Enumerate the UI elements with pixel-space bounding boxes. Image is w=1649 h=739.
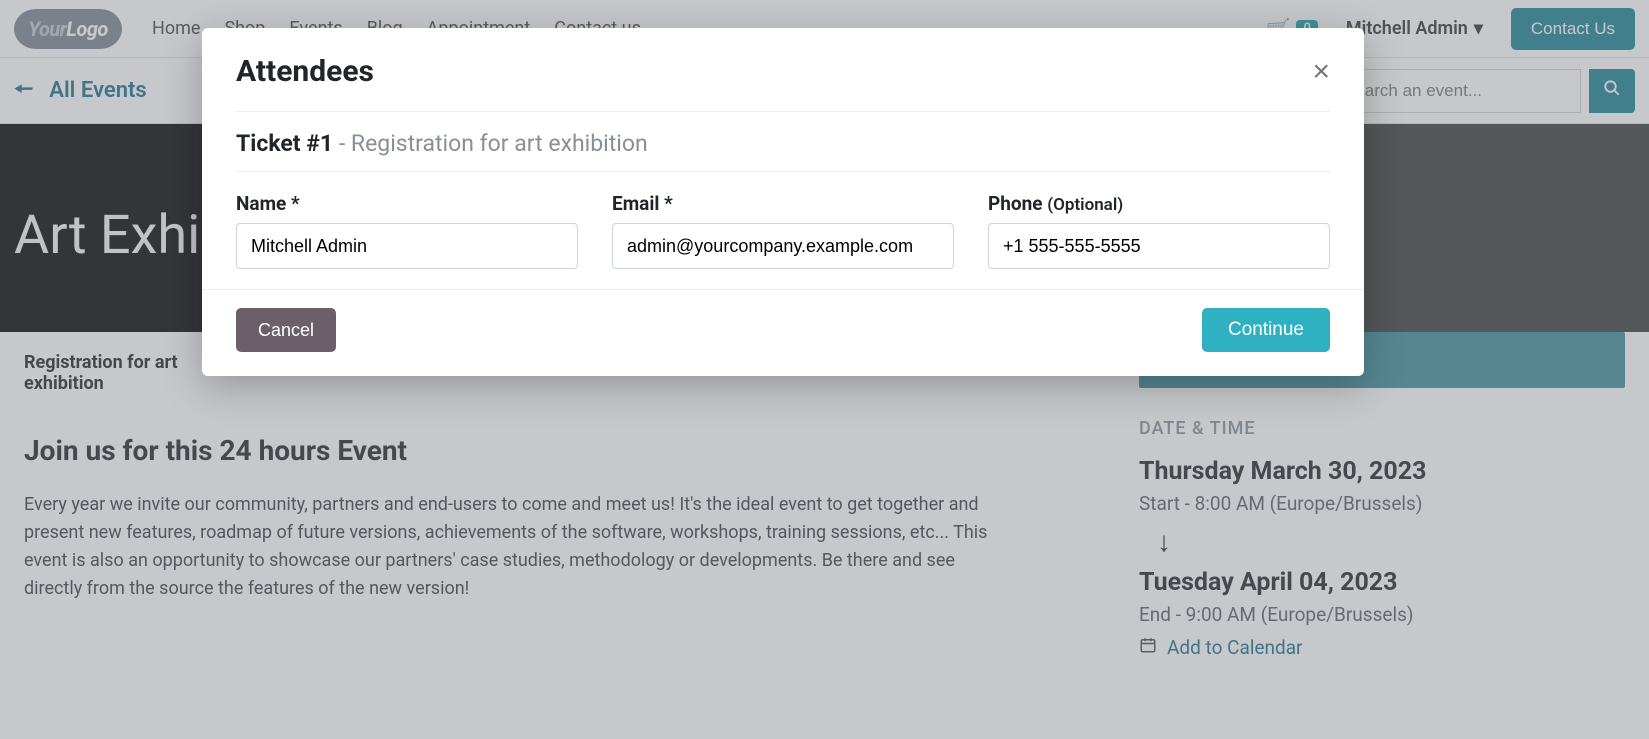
close-icon: × [1312, 55, 1330, 88]
phone-label-text: Phone [988, 192, 1047, 215]
email-label: Email * [612, 192, 954, 215]
ticket-header: Ticket #1 - Registration for art exhibit… [236, 111, 1330, 171]
cancel-button[interactable]: Cancel [236, 308, 336, 352]
continue-button[interactable]: Continue [1202, 308, 1330, 352]
phone-input[interactable] [988, 223, 1330, 269]
email-input[interactable] [612, 223, 954, 269]
name-label: Name * [236, 192, 578, 215]
phone-label: Phone (Optional) [988, 192, 1330, 215]
close-button[interactable]: × [1312, 57, 1330, 87]
ticket-number: Ticket #1 [236, 130, 333, 157]
phone-optional-text: (Optional) [1047, 195, 1123, 215]
attendees-modal: Attendees × Ticket #1 - Registration for… [202, 28, 1364, 376]
name-input[interactable] [236, 223, 578, 269]
ticket-subtitle-text: - Registration for art exhibition [339, 130, 648, 157]
divider [236, 171, 1330, 172]
modal-title: Attendees [236, 54, 374, 89]
